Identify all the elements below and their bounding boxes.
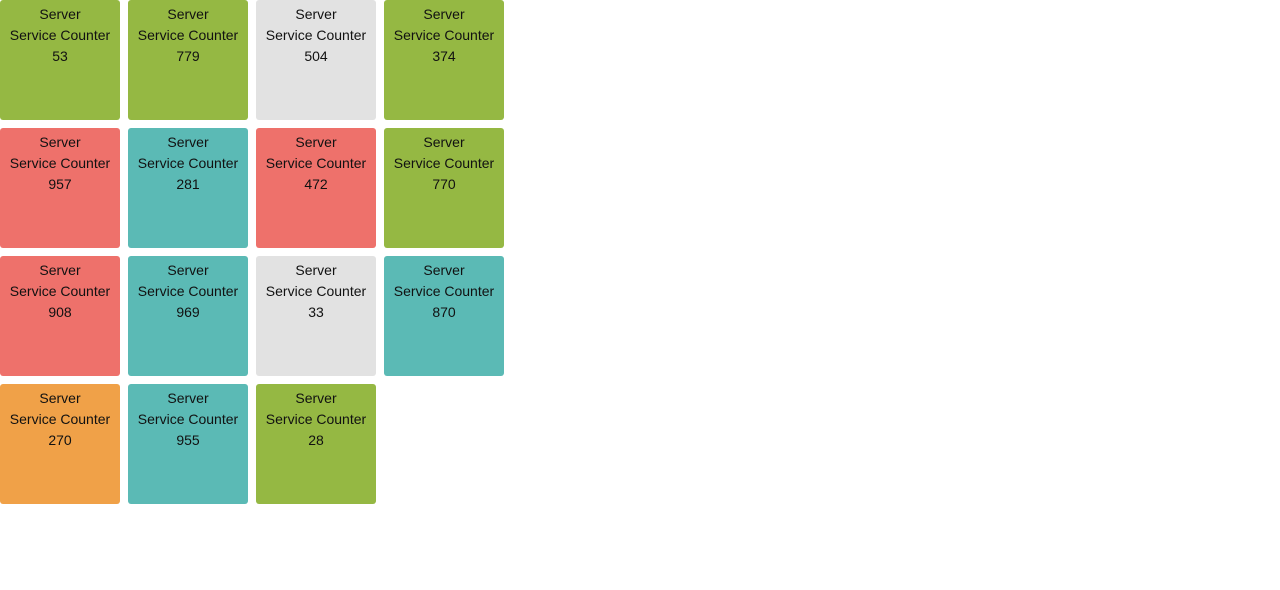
tile-title: Server: [167, 134, 209, 150]
server-tile[interactable]: Server Service Counter 870: [384, 256, 504, 376]
tile-subtitle: Service Counter: [9, 283, 111, 299]
tile-value: 779: [176, 48, 200, 64]
tile-value: 770: [432, 176, 456, 192]
tile-value: 53: [52, 48, 68, 64]
tile-title: Server: [423, 6, 465, 22]
tile-subtitle: Service Counter: [393, 27, 495, 43]
tile-title: Server: [295, 262, 337, 278]
tile-subtitle: Service Counter: [265, 283, 367, 299]
server-tile[interactable]: Server Service Counter 908: [0, 256, 120, 376]
server-tile[interactable]: Server Service Counter 957: [0, 128, 120, 248]
tile-subtitle: Service Counter: [265, 27, 367, 43]
tile-value: 472: [304, 176, 328, 192]
server-tile[interactable]: Server Service Counter 955: [128, 384, 248, 504]
server-tile[interactable]: Server Service Counter 53: [0, 0, 120, 120]
server-tile[interactable]: Server Service Counter 770: [384, 128, 504, 248]
tile-subtitle: Service Counter: [9, 411, 111, 427]
tile-value: 870: [432, 304, 456, 320]
tile-value: 281: [176, 176, 200, 192]
tile-value: 908: [48, 304, 72, 320]
server-tile-grid: Server Service Counter 53 Server Service…: [0, 0, 504, 504]
tile-title: Server: [39, 134, 81, 150]
tile-title: Server: [295, 6, 337, 22]
tile-value: 374: [432, 48, 456, 64]
tile-subtitle: Service Counter: [137, 27, 239, 43]
tile-title: Server: [423, 134, 465, 150]
tile-subtitle: Service Counter: [393, 155, 495, 171]
server-tile[interactable]: Server Service Counter 281: [128, 128, 248, 248]
tile-title: Server: [167, 262, 209, 278]
tile-value: 33: [308, 304, 324, 320]
tile-subtitle: Service Counter: [265, 155, 367, 171]
server-tile[interactable]: Server Service Counter 28: [256, 384, 376, 504]
tile-value: 28: [308, 432, 324, 448]
server-tile[interactable]: Server Service Counter 472: [256, 128, 376, 248]
tile-subtitle: Service Counter: [137, 155, 239, 171]
tile-title: Server: [167, 390, 209, 406]
tile-value: 957: [48, 176, 72, 192]
tile-title: Server: [295, 390, 337, 406]
server-tile[interactable]: Server Service Counter 33: [256, 256, 376, 376]
server-tile[interactable]: Server Service Counter 270: [0, 384, 120, 504]
tile-subtitle: Service Counter: [393, 283, 495, 299]
tile-value: 504: [304, 48, 328, 64]
tile-title: Server: [167, 6, 209, 22]
tile-value: 955: [176, 432, 200, 448]
tile-subtitle: Service Counter: [9, 27, 111, 43]
server-tile[interactable]: Server Service Counter 779: [128, 0, 248, 120]
tile-title: Server: [39, 262, 81, 278]
tile-value: 270: [48, 432, 72, 448]
tile-value: 969: [176, 304, 200, 320]
server-tile[interactable]: Server Service Counter 504: [256, 0, 376, 120]
tile-title: Server: [423, 262, 465, 278]
tile-subtitle: Service Counter: [9, 155, 111, 171]
tile-title: Server: [295, 134, 337, 150]
server-tile[interactable]: Server Service Counter 969: [128, 256, 248, 376]
server-tile[interactable]: Server Service Counter 374: [384, 0, 504, 120]
tile-subtitle: Service Counter: [137, 283, 239, 299]
tile-title: Server: [39, 390, 81, 406]
tile-subtitle: Service Counter: [137, 411, 239, 427]
tile-subtitle: Service Counter: [265, 411, 367, 427]
tile-title: Server: [39, 6, 81, 22]
